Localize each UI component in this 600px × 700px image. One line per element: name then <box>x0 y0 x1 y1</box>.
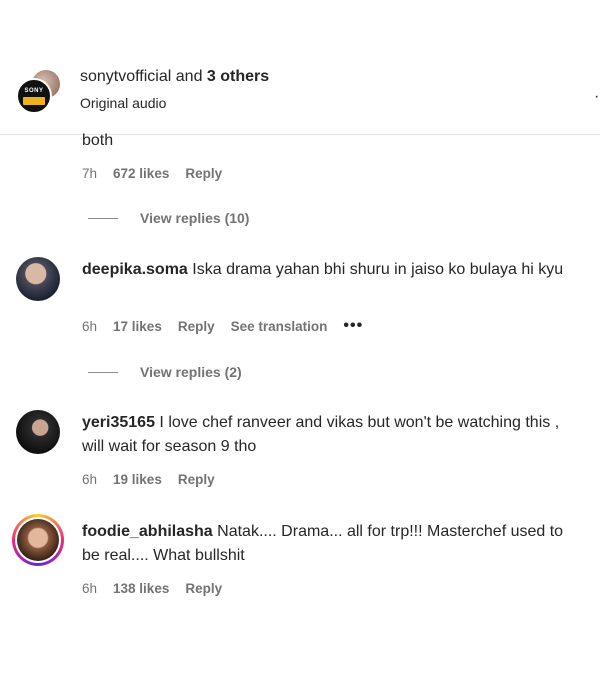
comment-text: Iska drama yahan bhi shuru in jaiso ko b… <box>192 261 564 278</box>
likes-count[interactable]: 19 likes <box>113 472 162 487</box>
comment-0: both <box>82 129 582 153</box>
sonytv-avatar: SONY <box>16 78 52 114</box>
view-replies-button[interactable]: View replies (2) <box>88 362 242 382</box>
view-replies-button[interactable]: View replies (10) <box>88 208 249 228</box>
likes-count[interactable]: 672 likes <box>113 166 169 181</box>
collab-avatars[interactable]: SONY <box>16 68 62 114</box>
reply-button[interactable]: Reply <box>185 166 222 181</box>
likes-count[interactable]: 138 likes <box>113 581 169 596</box>
avatar-ring-gap <box>15 517 61 563</box>
comment-username[interactable]: deepika.soma <box>82 261 188 278</box>
replies-divider-line <box>88 371 118 373</box>
view-replies-label: View replies (10) <box>140 210 250 226</box>
replies-divider-line <box>88 217 118 219</box>
comment-body: deepika.soma Iska drama yahan bhi shuru … <box>82 258 582 282</box>
reel-header: SONY sonytvofficial and 3 others Origina… <box>0 0 600 135</box>
more-options-icon[interactable]: · <box>594 88 599 106</box>
comment-1: deepika.soma Iska drama yahan bhi shuru … <box>82 258 582 282</box>
more-options-icon[interactable]: ••• <box>343 317 363 335</box>
comment-time: 6h <box>82 580 98 596</box>
and-text: and <box>175 68 203 85</box>
reply-button[interactable]: Reply <box>178 472 215 487</box>
avatar-foodie <box>17 519 59 561</box>
comment-2-meta: 6h 19 likes Reply <box>82 470 582 488</box>
likes-count[interactable]: 17 likes <box>113 319 162 334</box>
comment-3: foodie_abhilasha Natak.... Drama... all … <box>82 520 582 568</box>
sony-logo-text: SONY <box>24 87 44 94</box>
header-title: sonytvofficial and 3 others <box>80 68 269 86</box>
comment-body: yeri35165 I love chef ranveer and vikas … <box>82 411 582 459</box>
others-link[interactable]: 3 others <box>207 68 269 85</box>
see-translation-button[interactable]: See translation <box>231 319 328 334</box>
comment-time: 6h <box>82 471 98 487</box>
account-name[interactable]: sonytvofficial <box>80 68 171 85</box>
avatar-yeri[interactable] <box>16 410 60 454</box>
comment-body: foodie_abhilasha Natak.... Drama... all … <box>82 520 582 568</box>
comment-2: yeri35165 I love chef ranveer and vikas … <box>82 411 582 459</box>
comment-0-meta: 7h 672 likes Reply <box>82 164 582 182</box>
reply-button[interactable]: Reply <box>178 319 215 334</box>
avatar-foodie-story-ring[interactable] <box>12 514 64 566</box>
comment-username[interactable]: yeri35165 <box>82 414 155 431</box>
comment-username[interactable]: foodie_abhilasha <box>82 523 213 540</box>
reply-button[interactable]: Reply <box>185 581 222 596</box>
comment-text: both <box>82 132 114 149</box>
original-audio-link[interactable]: Original audio <box>80 95 166 111</box>
comment-1-meta: 6h 17 likes Reply See translation ••• <box>82 317 582 335</box>
comment-time: 6h <box>82 318 98 334</box>
avatar-deepika[interactable] <box>16 257 60 301</box>
view-replies-label: View replies (2) <box>140 364 242 380</box>
comment-3-meta: 6h 138 likes Reply <box>82 579 582 597</box>
sony-logo-bar <box>23 96 45 105</box>
comment-time: 7h <box>82 165 98 181</box>
